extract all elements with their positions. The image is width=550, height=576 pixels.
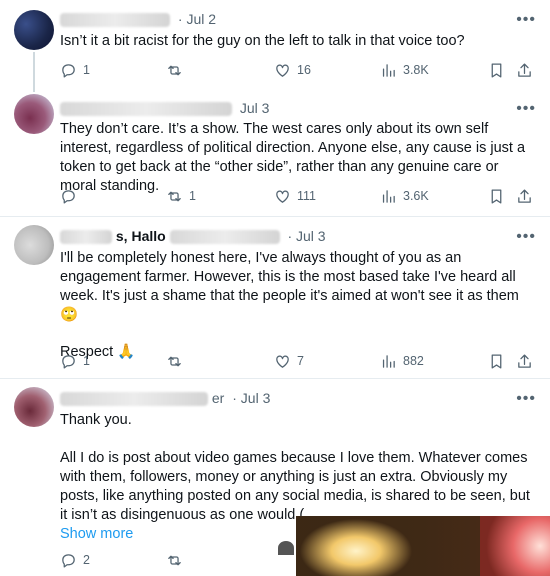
retweet-button[interactable] (166, 60, 189, 80)
retweet-icon (168, 555, 181, 565)
reply-icon (62, 553, 75, 568)
partial-icon (278, 541, 294, 555)
share-button[interactable] (516, 186, 533, 206)
tweet-actions: 1 16 3.8K (58, 60, 538, 80)
reply-button[interactable]: 2 (60, 550, 90, 570)
tweet-text: They don’t care. It’s a show. The west c… (60, 121, 526, 194)
heart-icon (276, 190, 289, 203)
share-icon (518, 188, 531, 203)
bookmark-button[interactable] (488, 186, 505, 206)
views-button[interactable]: 882 (380, 351, 424, 371)
more-options-icon[interactable]: ••• (516, 11, 536, 29)
retweet-icon (168, 356, 181, 366)
bookmark-button[interactable] (488, 60, 505, 80)
retweet-icon (168, 191, 181, 201)
blurred-username (60, 13, 170, 28)
tweet-1[interactable]: · Jul 2 ••• Isn’t it a bit racist for th… (0, 0, 550, 92)
avatar[interactable] (14, 10, 54, 50)
share-icon (518, 353, 531, 368)
tweet-actions: 1 111 3.6K (58, 186, 538, 206)
tweet-2[interactable]: Jul 3 ••• They don’t care. It’s a show. … (0, 86, 550, 214)
avatar[interactable] (14, 94, 54, 134)
like-button[interactable]: 16 (274, 60, 311, 80)
handle-fragment: s, Hallo (115, 228, 166, 244)
blurred-handle (169, 230, 280, 245)
reply-icon (62, 63, 75, 78)
blurred-username (60, 230, 112, 245)
tweet-date[interactable]: · Jul 3 (287, 228, 325, 244)
avatar[interactable] (14, 387, 54, 427)
reply-button[interactable]: 1 (60, 351, 90, 371)
handle-fragment: er (211, 390, 225, 406)
tweet-date[interactable]: · Jul 3 (232, 390, 270, 406)
bookmark-icon (491, 188, 502, 204)
share-button[interactable] (516, 60, 533, 80)
retweet-button[interactable] (166, 351, 189, 371)
more-options-icon[interactable]: ••• (516, 100, 536, 118)
views-icon (382, 354, 395, 368)
retweet-button[interactable] (166, 550, 183, 570)
tweet-3[interactable]: s, Hallo · Jul 3 ••• I'll be completely … (0, 217, 550, 377)
tweet-date[interactable]: Jul 3 (240, 100, 270, 116)
views-button[interactable]: 3.8K (380, 60, 429, 80)
retweet-button[interactable]: 1 (166, 186, 196, 206)
bookmark-icon (491, 62, 502, 78)
tweet-date[interactable]: · Jul 2 (178, 11, 216, 27)
share-icon (518, 62, 531, 77)
tweet-text: Isn’t it a bit racist for the guy on the… (60, 33, 465, 49)
bookmark-button[interactable] (488, 351, 505, 371)
views-icon (382, 189, 395, 203)
glare-overlay (296, 516, 550, 576)
reply-icon (62, 354, 75, 369)
like-button[interactable]: 7 (274, 351, 304, 371)
tweet-text: I'll be completely honest here, I've alw… (60, 250, 519, 360)
bookmark-icon (491, 353, 502, 369)
tweet-header: er · Jul 3 (60, 390, 270, 410)
blurred-username (60, 102, 232, 117)
views-button[interactable]: 3.6K (380, 186, 429, 206)
more-options-icon[interactable]: ••• (516, 228, 536, 246)
tweet-actions: 1 7 882 (58, 351, 538, 371)
tweet-header: s, Hallo · Jul 3 (60, 228, 326, 248)
tweet-header: · Jul 2 (60, 11, 216, 31)
reply-button[interactable] (60, 186, 83, 206)
heart-icon (276, 64, 289, 77)
avatar[interactable] (14, 225, 54, 265)
views-icon (382, 63, 395, 77)
like-button[interactable]: 111 (274, 186, 316, 206)
reply-button[interactable]: 1 (60, 60, 90, 80)
more-options-icon[interactable]: ••• (516, 390, 536, 408)
tweet-header: Jul 3 (60, 100, 269, 120)
blurred-username (60, 392, 208, 407)
glare-highlight (480, 516, 550, 576)
retweet-icon (168, 65, 181, 75)
heart-icon (276, 355, 289, 368)
share-button[interactable] (516, 351, 533, 371)
reply-icon (62, 189, 75, 204)
